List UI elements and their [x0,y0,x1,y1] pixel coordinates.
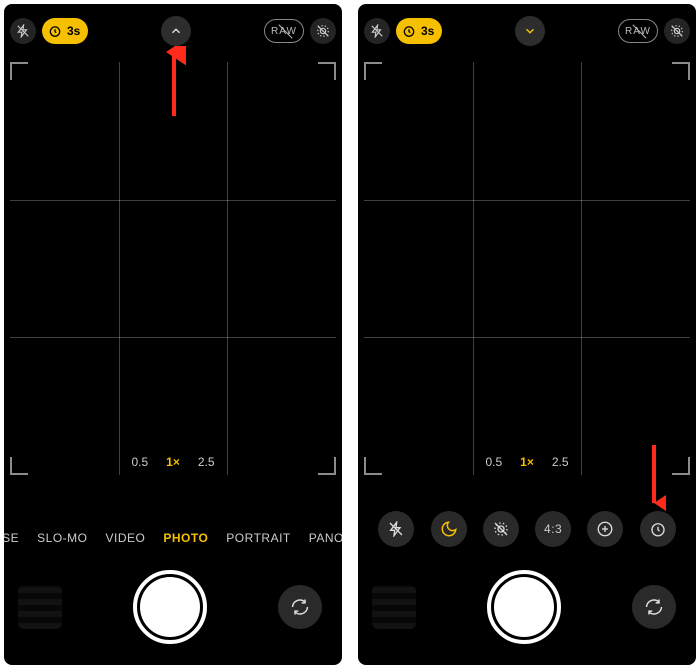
camera-flip-button[interactable] [632,585,676,629]
frame-corner [318,62,336,80]
screenshots-pair: 3s RAW [0,0,700,669]
live-photo-off-icon[interactable] [664,18,690,44]
raw-toggle[interactable]: RAW [618,19,658,43]
phone-right: 3s RAW [358,4,696,665]
mode-item[interactable]: VIDEO [106,531,146,545]
shutter-inner [494,577,554,637]
grid-line [581,62,582,475]
mode-item-active[interactable]: PHOTO [163,531,208,545]
last-photo-thumbnail[interactable] [18,585,62,629]
tool-tray: 4:3 [358,511,696,547]
zoom-main-button[interactable]: 1× [166,455,180,469]
zoom-main-button[interactable]: 1× [520,455,534,469]
shutter-button[interactable] [487,570,561,644]
timer-label: 3s [67,24,80,38]
mode-item[interactable]: SE [4,531,19,545]
annotation-arrow-up [162,46,186,120]
shutter-inner [140,577,200,637]
viewfinder-left[interactable]: 0.5 1× 2.5 [10,62,336,475]
exposure-button[interactable] [587,511,623,547]
grid-line [364,200,690,201]
timer-icon [400,22,418,40]
live-photo-off-icon[interactable] [310,18,336,44]
shutter-bar-right [358,557,696,665]
frame-corner [364,62,382,80]
flash-off-icon[interactable] [10,18,36,44]
options-chevron-down-icon[interactable] [515,16,545,46]
zoom-wide-button[interactable]: 0.5 [131,455,148,469]
night-mode-button[interactable] [431,511,467,547]
grid-line [473,62,474,475]
grid-line [364,337,690,338]
shutter-button[interactable] [133,570,207,644]
raw-toggle[interactable]: RAW [264,19,304,43]
zoom-selector: 0.5 1× 2.5 [10,455,336,469]
annotation-arrow-down [642,443,666,511]
mode-item[interactable]: SLO-MO [37,531,87,545]
shutter-bar-left [4,557,342,665]
last-photo-thumbnail[interactable] [372,585,416,629]
frame-corner [10,62,28,80]
timer-button[interactable] [640,511,676,547]
timer-icon [46,22,64,40]
aspect-ratio-button[interactable]: 4:3 [535,511,571,547]
flash-off-icon[interactable] [364,18,390,44]
mode-item[interactable]: PANO [309,531,342,545]
top-bar-right: 3s RAW [358,4,696,50]
phone-left: 3s RAW [4,4,342,665]
mode-selector[interactable]: SE SLO-MO VIDEO PHOTO PORTRAIT PANO [4,531,342,545]
timer-pill[interactable]: 3s [396,18,442,44]
mode-item[interactable]: PORTRAIT [226,531,290,545]
top-bar-left: 3s RAW [4,4,342,50]
flash-button[interactable] [378,511,414,547]
timer-pill[interactable]: 3s [42,18,88,44]
timer-label: 3s [421,24,434,38]
zoom-tele-button[interactable]: 2.5 [552,455,569,469]
zoom-tele-button[interactable]: 2.5 [198,455,215,469]
frame-corner [672,62,690,80]
grid-line [10,200,336,201]
grid-line [10,337,336,338]
grid-line [119,62,120,475]
live-photo-button[interactable] [483,511,519,547]
options-chevron-up-icon[interactable] [161,16,191,46]
grid-line [227,62,228,475]
zoom-wide-button[interactable]: 0.5 [485,455,502,469]
aspect-label: 4:3 [544,522,562,536]
camera-flip-button[interactable] [278,585,322,629]
viewfinder-right[interactable]: 0.5 1× 2.5 [364,62,690,475]
